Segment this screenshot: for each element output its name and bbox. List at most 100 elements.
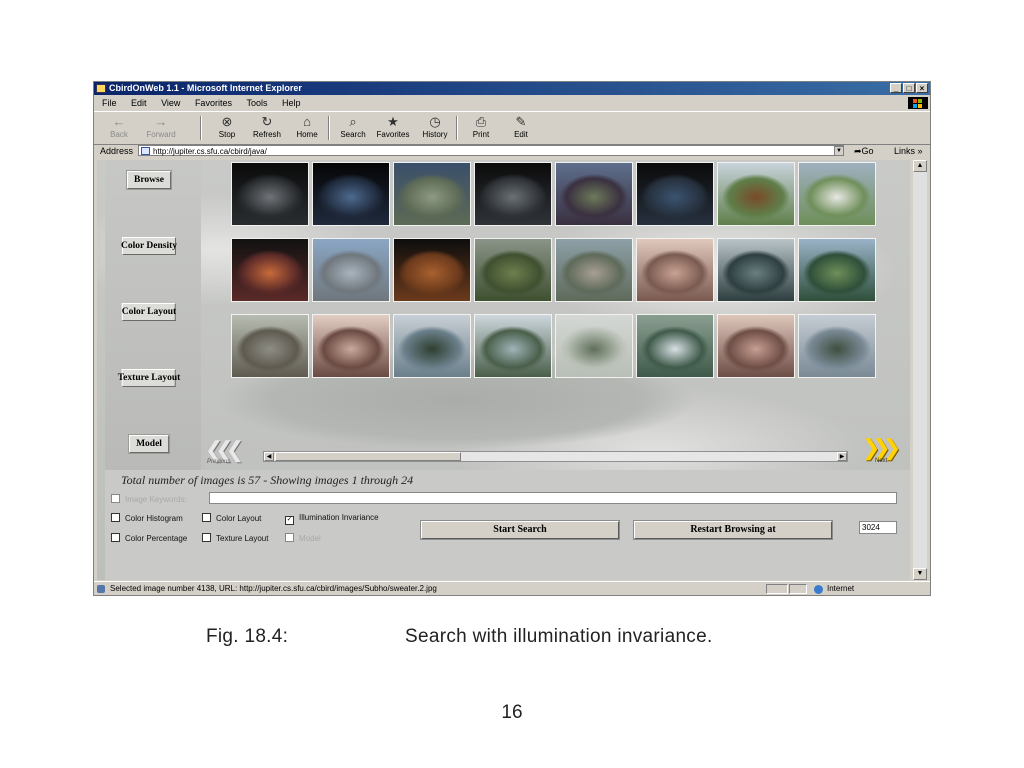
window-title: CbirdOnWeb 1.1 - Microsoft Internet Expl… bbox=[109, 83, 302, 93]
favorites-button[interactable]: ★ Favorites bbox=[376, 114, 410, 139]
menu-view[interactable]: View bbox=[161, 98, 180, 108]
checkmark-icon: ✓ bbox=[285, 516, 294, 525]
figure-caption-text: Search with illumination invariance. bbox=[405, 626, 713, 647]
thumbnail-plaza[interactable] bbox=[555, 238, 633, 302]
restart-image-number-input[interactable]: 3024 bbox=[859, 521, 897, 534]
address-url: http://jupiter.cs.sfu.ca/cbird/java/ bbox=[153, 147, 267, 156]
page-icon bbox=[141, 147, 150, 155]
thumbnail-sweater[interactable] bbox=[312, 162, 390, 226]
windows-logo-icon bbox=[908, 97, 928, 109]
search-icon: ⌕ bbox=[349, 114, 357, 129]
menu-help[interactable]: Help bbox=[282, 98, 301, 108]
scroll-right-icon[interactable]: ▶ bbox=[837, 452, 847, 461]
nav-color-layout-button[interactable]: Color Layout bbox=[107, 293, 191, 331]
favorites-icon: ★ bbox=[387, 114, 399, 129]
edit-button[interactable]: ✎ Edit bbox=[504, 114, 538, 139]
history-icon: ◷ bbox=[429, 114, 441, 129]
address-dropdown-icon[interactable]: ▼ bbox=[834, 146, 844, 156]
thumbnail-valley[interactable] bbox=[798, 238, 876, 302]
page-status-icon bbox=[97, 585, 105, 593]
search-button[interactable]: ⌕ Search bbox=[336, 114, 370, 139]
thumbnail-scrollbar[interactable]: ◀ ▶ bbox=[263, 451, 848, 462]
nav-browse-button[interactable]: Browse bbox=[107, 161, 191, 199]
color-histogram-checkbox[interactable]: Color Histogram bbox=[111, 513, 183, 523]
thumbnail-sweater[interactable] bbox=[231, 162, 309, 226]
next-label: Next bbox=[875, 458, 888, 464]
close-button[interactable]: × bbox=[916, 83, 928, 93]
illumination-invariance-checkbox[interactable]: ✓ Illumination Invariance bbox=[285, 513, 379, 525]
total-images-text: Total number of images is 57 - Showing i… bbox=[121, 473, 414, 487]
texture-layout-checkbox[interactable]: Texture Layout bbox=[202, 533, 268, 543]
refresh-button[interactable]: ↻ Refresh bbox=[250, 114, 284, 139]
nav-color-density-button[interactable]: Color Density bbox=[107, 227, 191, 265]
thumbnail-lab[interactable] bbox=[717, 238, 795, 302]
thumbnail-lab[interactable] bbox=[312, 314, 390, 378]
status-bar: Selected image number 4138, URL: http://… bbox=[94, 581, 930, 596]
links-button[interactable]: Links » bbox=[894, 144, 923, 158]
security-zone-label: Internet bbox=[827, 584, 855, 593]
minimize-button[interactable]: _ bbox=[890, 83, 902, 93]
page-number: 16 bbox=[501, 702, 523, 723]
thumbnail-mountains[interactable] bbox=[798, 314, 876, 378]
maximize-button[interactable]: □ bbox=[903, 83, 915, 93]
nav-texture-layout-button[interactable]: Texture Layout bbox=[107, 359, 191, 397]
thumbnail-building[interactable] bbox=[798, 162, 876, 226]
thumbnail-river[interactable] bbox=[474, 314, 552, 378]
menu-edit[interactable]: Edit bbox=[131, 98, 147, 108]
internet-zone-icon bbox=[814, 585, 823, 594]
thumbnail-waterfall[interactable] bbox=[636, 314, 714, 378]
back-button[interactable]: ← Back bbox=[102, 114, 136, 139]
scroll-up-icon[interactable]: ▲ bbox=[913, 160, 927, 172]
image-keywords-input[interactable] bbox=[209, 492, 897, 504]
thumbnail-field[interactable] bbox=[717, 162, 795, 226]
print-icon: ⎙ bbox=[475, 114, 487, 129]
thumbnail-bridge[interactable] bbox=[555, 314, 633, 378]
previous-label: Previous bbox=[207, 459, 231, 465]
thumbnail-sweater[interactable] bbox=[393, 238, 471, 302]
menu-favorites[interactable]: Favorites bbox=[195, 98, 232, 108]
thumbnail-lab[interactable] bbox=[636, 238, 714, 302]
model-checkbox[interactable]: Model bbox=[285, 533, 321, 543]
status-cell bbox=[789, 584, 807, 594]
checkbox-box bbox=[202, 533, 211, 542]
thumbnail-sweater[interactable] bbox=[231, 238, 309, 302]
toolbar-separator bbox=[328, 116, 330, 140]
toolbar-separator bbox=[200, 116, 202, 140]
applet-area: Browse Color Density Color Layout Textur… bbox=[97, 160, 910, 580]
scrollbar-thumb[interactable] bbox=[275, 452, 461, 461]
scroll-down-icon[interactable]: ▼ bbox=[913, 568, 927, 580]
browser-window: CbirdOnWeb 1.1 - Microsoft Internet Expl… bbox=[93, 81, 931, 596]
menu-tools[interactable]: Tools bbox=[246, 98, 267, 108]
go-button[interactable]: ➦Go bbox=[854, 144, 874, 158]
status-cell bbox=[766, 584, 788, 594]
thumbnail-rock[interactable] bbox=[393, 162, 471, 226]
start-search-button[interactable]: Start Search bbox=[421, 521, 619, 539]
thumbnail-garden[interactable] bbox=[474, 238, 552, 302]
print-button[interactable]: ⎙ Print bbox=[464, 114, 498, 139]
home-button[interactable]: ⌂ Home bbox=[290, 114, 324, 139]
thumbnail-forest[interactable] bbox=[393, 314, 471, 378]
toolbar-separator bbox=[456, 116, 458, 140]
nav-model-button[interactable]: Model bbox=[107, 425, 191, 463]
color-layout-checkbox[interactable]: Color Layout bbox=[202, 513, 261, 523]
image-keywords-checkbox[interactable]: Image Keywords: bbox=[111, 494, 187, 504]
page-vertical-scrollbar[interactable]: ▲ ▼ bbox=[913, 160, 927, 580]
back-arrow-icon: ← bbox=[112, 114, 126, 129]
thumbnail-coast[interactable] bbox=[555, 162, 633, 226]
thumbnail-sweater[interactable] bbox=[636, 162, 714, 226]
scroll-left-icon[interactable]: ◀ bbox=[264, 452, 274, 461]
checkbox-box bbox=[285, 533, 294, 542]
history-button[interactable]: ◷ History bbox=[418, 114, 452, 139]
menu-file[interactable]: File bbox=[102, 98, 117, 108]
thumbnail-shed[interactable] bbox=[231, 314, 309, 378]
thumbnail-sweater[interactable] bbox=[474, 162, 552, 226]
color-percentage-checkbox[interactable]: Color Percentage bbox=[111, 533, 187, 543]
forward-arrow-icon: → bbox=[154, 114, 168, 129]
restart-browsing-button[interactable]: Restart Browsing at bbox=[634, 521, 832, 539]
checkbox-box bbox=[111, 533, 120, 542]
thumbnail-lab[interactable] bbox=[717, 314, 795, 378]
forward-button[interactable]: → Forward bbox=[144, 114, 178, 139]
stop-button[interactable]: ⊗ Stop bbox=[210, 114, 244, 139]
address-input[interactable]: http://jupiter.cs.sfu.ca/cbird/java/ bbox=[138, 145, 844, 156]
thumbnail-lighthouse[interactable] bbox=[312, 238, 390, 302]
